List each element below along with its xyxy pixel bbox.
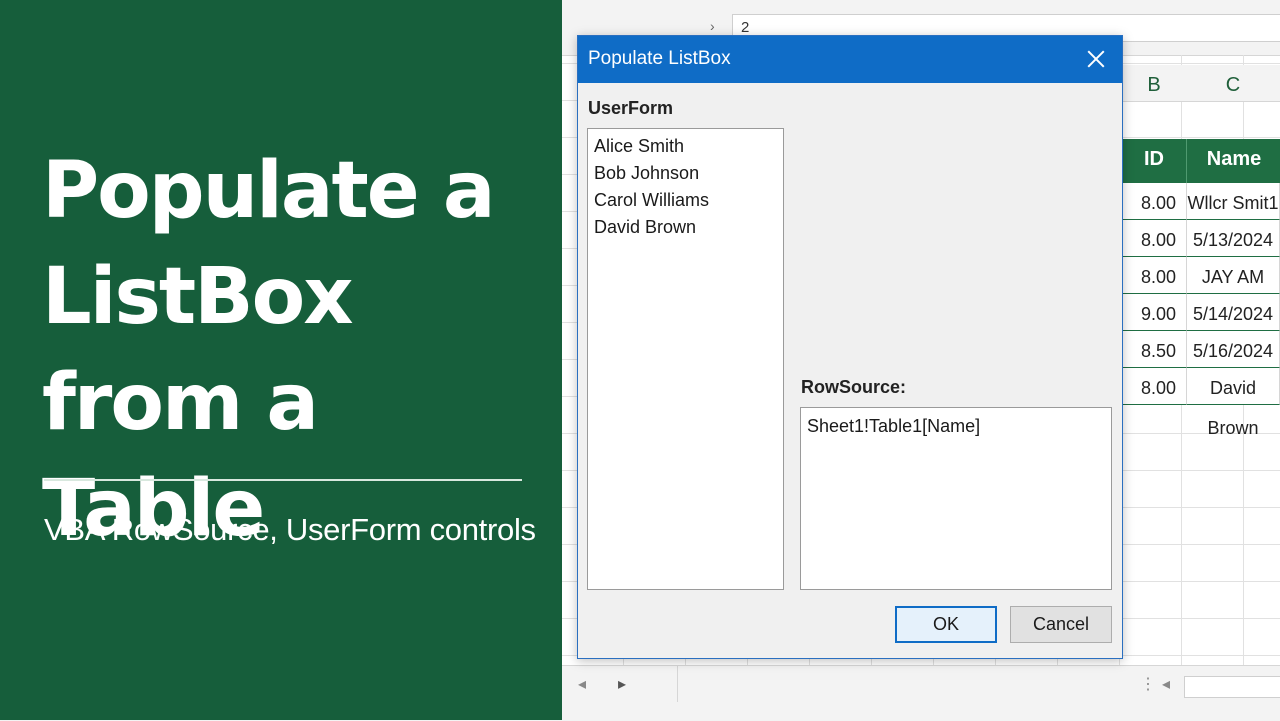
- table-header-name[interactable]: Name: [1186, 139, 1280, 183]
- banner-subtitle: VBA RowSource, UserForm controls: [44, 512, 536, 547]
- table-cell-name[interactable]: 5/16/2024: [1186, 331, 1280, 368]
- dialog-title-bar[interactable]: Populate ListBox: [578, 36, 1122, 83]
- arrow-left-icon[interactable]: ◂: [578, 674, 586, 694]
- rowsource-input[interactable]: Sheet1!Table1[Name]: [800, 407, 1112, 590]
- table-cell-name[interactable]: David Brown: [1186, 368, 1280, 438]
- list-item[interactable]: Bob Johnson: [588, 160, 783, 187]
- banner: Populate a ListBox from a Table VBA RowS…: [0, 0, 562, 720]
- chevron-right-icon: ›: [710, 18, 715, 34]
- banner-title-line: ListBox from a: [42, 252, 354, 448]
- table-cell-id[interactable]: 8.00: [1122, 257, 1186, 294]
- ok-button[interactable]: OK: [895, 606, 997, 643]
- more-options-icon[interactable]: ⋮: [1140, 674, 1156, 694]
- table-cell-name[interactable]: Wllcr Smit1: [1186, 183, 1280, 220]
- banner-title: Populate a ListBox from a Table: [42, 138, 552, 562]
- close-icon[interactable]: [1083, 46, 1109, 72]
- cancel-button[interactable]: Cancel: [1010, 606, 1112, 643]
- column-header-b[interactable]: B: [1122, 65, 1187, 102]
- scroll-left-icon[interactable]: ◂: [1162, 674, 1170, 694]
- userform-label: UserForm: [588, 98, 674, 118]
- listbox[interactable]: Alice Smith Bob Johnson Carol Williams D…: [587, 128, 784, 590]
- table-cell-name[interactable]: 5/13/2024: [1186, 220, 1280, 257]
- table-cell-id[interactable]: 8.50: [1122, 331, 1186, 368]
- tab-divider: [677, 666, 678, 702]
- table-cell-id[interactable]: 8.00: [1122, 220, 1186, 257]
- dialog-title: Populate ListBox: [588, 48, 731, 69]
- table-header-id[interactable]: ID: [1122, 139, 1186, 183]
- horizontal-scrollbar[interactable]: [1184, 676, 1280, 698]
- table-cell-name[interactable]: JAY AM: [1186, 257, 1280, 294]
- table-cell-id[interactable]: 9.00: [1122, 294, 1186, 331]
- list-item[interactable]: Carol Williams: [588, 187, 783, 214]
- populate-listbox-dialog: Populate ListBox UserForm Alice Smith Bo…: [577, 35, 1123, 659]
- table-cell-id[interactable]: 8.00: [1122, 368, 1186, 405]
- list-item[interactable]: David Brown: [588, 214, 783, 241]
- table-cell-name[interactable]: 5/14/2024: [1186, 294, 1280, 331]
- banner-title-line: Populate a: [42, 146, 495, 236]
- banner-divider: [44, 479, 522, 481]
- list-item[interactable]: Alice Smith: [588, 133, 783, 160]
- arrow-right-icon[interactable]: ▸: [618, 674, 626, 694]
- table-cell-id[interactable]: 8.00: [1122, 183, 1186, 220]
- column-header-c[interactable]: C: [1186, 65, 1280, 102]
- rowsource-label: RowSource:: [801, 377, 907, 397]
- sheet-tab-bar: ◂ ▸ ⋮ ◂: [562, 665, 1280, 721]
